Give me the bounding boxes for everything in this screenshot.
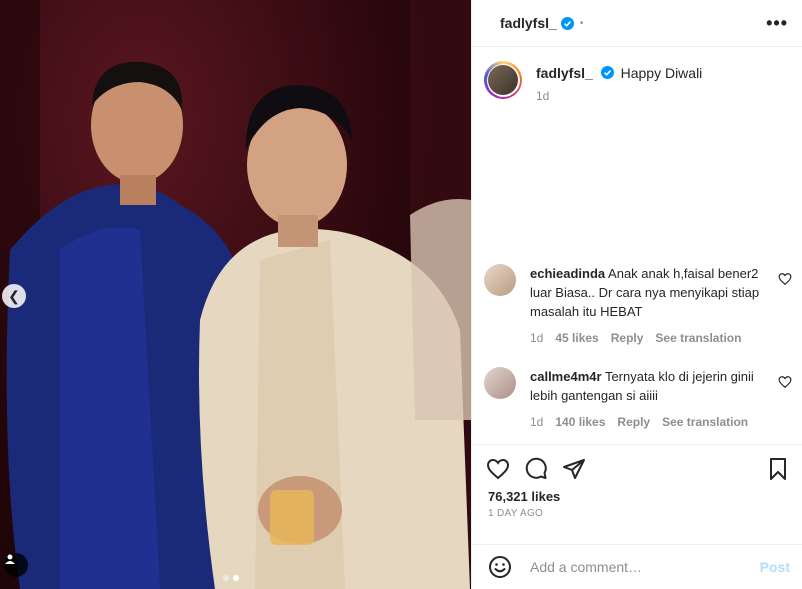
header-separator: • (579, 17, 584, 29)
comment-item: echieadinda Anak anak h,faisal bener2 lu… (484, 264, 792, 345)
post-actions-area: 76,321 likes 1 DAY AGO (472, 444, 802, 519)
caption-text: Happy Diwali (620, 65, 703, 81)
add-comment-input[interactable] (528, 558, 760, 576)
user-tag-button[interactable] (4, 553, 28, 577)
heart-icon[interactable] (486, 457, 510, 481)
comment-item: callme4m4r Ternyata klo di jejerin ginii… (484, 367, 792, 429)
comment-likes[interactable]: 45 likes (555, 331, 598, 345)
comment-meta: 1d 45 likes Reply See translation (530, 331, 760, 345)
user-tag-icon (5, 554, 15, 564)
bookmark-icon[interactable] (766, 457, 790, 481)
photo-illustration (0, 0, 471, 589)
commenter-avatar[interactable] (484, 264, 516, 296)
post-side-panel: fadlyfsl_ • ••• fadlyfsl_ Happy Diwali 1… (471, 0, 802, 589)
post-caption: fadlyfsl_ Happy Diwali 1d (472, 47, 802, 103)
comment-like-heart-icon[interactable] (778, 375, 792, 389)
comment-username[interactable]: echieadinda (530, 266, 605, 281)
comment-time: 1d (530, 331, 544, 345)
comment-like-heart-icon[interactable] (778, 272, 792, 286)
caption-time: 1d (536, 89, 550, 103)
chevron-left-icon: ❮ (8, 287, 20, 304)
see-translation-link[interactable]: See translation (655, 331, 741, 345)
carousel-dot (223, 575, 229, 581)
share-icon[interactable] (562, 457, 586, 481)
action-bar (472, 445, 802, 481)
like-count[interactable]: 76,321 likes (472, 481, 802, 504)
comment-meta: 1d 140 likes Reply See translation (530, 415, 760, 429)
commenter-avatar[interactable] (484, 367, 516, 399)
post-comment-button[interactable]: Post (760, 559, 790, 575)
post-date: 1 DAY AGO (488, 508, 544, 519)
header-username[interactable]: fadlyfsl_ (500, 15, 557, 31)
caption-username[interactable]: fadlyfsl_ (536, 65, 593, 81)
author-avatar[interactable] (484, 61, 522, 99)
see-translation-link[interactable]: See translation (662, 415, 748, 429)
carousel-dots (223, 575, 239, 581)
add-comment-bar: Post (472, 544, 802, 589)
emoji-icon[interactable] (488, 555, 512, 579)
carousel-dot-active (233, 575, 239, 581)
more-options-button[interactable]: ••• (766, 13, 788, 34)
comment-reply-button[interactable]: Reply (617, 415, 650, 429)
comment-reply-button[interactable]: Reply (611, 331, 644, 345)
post-header: fadlyfsl_ • ••• (472, 0, 802, 47)
comment-time: 1d (530, 415, 544, 429)
post-photo[interactable]: ❮ (0, 0, 471, 589)
verified-badge-icon (560, 16, 574, 30)
comment-icon[interactable] (524, 457, 548, 481)
carousel-prev-button[interactable]: ❮ (2, 284, 26, 308)
comment-likes[interactable]: 140 likes (555, 415, 605, 429)
comment-username[interactable]: callme4m4r (530, 369, 602, 384)
verified-badge-icon (600, 66, 614, 79)
